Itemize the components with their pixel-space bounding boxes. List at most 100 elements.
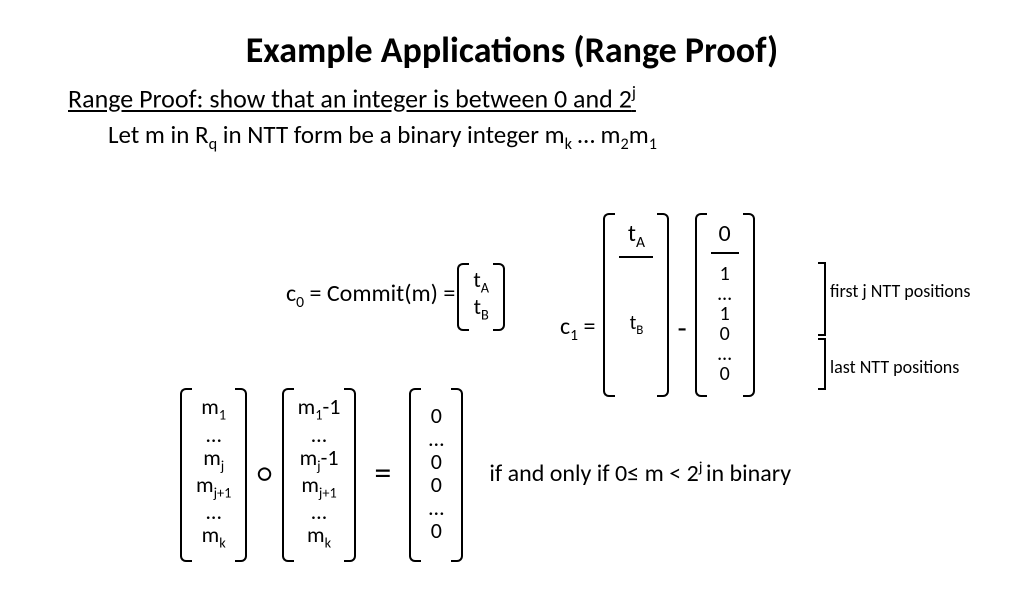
- A: A: [636, 233, 645, 252]
- let-line: Let m in Rq in NTT form be a binary inte…: [108, 119, 1024, 154]
- sub: k: [219, 534, 226, 552]
- bracket-right: [657, 213, 669, 397]
- cell: 0: [431, 473, 442, 496]
- bracket-left: [457, 263, 469, 331]
- commit-row: c0 = Commit(m) = tA tB: [286, 263, 507, 327]
- sub: k: [325, 534, 332, 552]
- c1-left-matrix: tA tB: [603, 213, 669, 393]
- matrix-col: 0 … 0 0 … 0: [421, 388, 451, 558]
- cell: …: [311, 500, 326, 523]
- cell: …: [429, 427, 444, 450]
- let-pre: Let m in R: [108, 119, 209, 150]
- brace-first: [818, 262, 826, 336]
- bracket-left: [603, 213, 615, 397]
- cell: mj+1: [196, 473, 231, 500]
- matrix-col: tA tB: [469, 263, 493, 327]
- slide-title: Example Applications (Range Proof): [0, 28, 1024, 72]
- cell: mj: [203, 446, 224, 473]
- B: B: [636, 323, 643, 338]
- matrix-cell: tA: [473, 268, 489, 295]
- iff-text: if and only if 0≤ m < 2j in binary: [489, 458, 791, 488]
- cell: …: [206, 500, 221, 523]
- bracket-right: [235, 388, 247, 562]
- c0-label: c0 = Commit(m) =: [286, 279, 455, 312]
- cell: 1: [720, 304, 730, 324]
- cell: mj-1: [300, 446, 339, 473]
- cell: …: [311, 423, 326, 446]
- bracket-left: [409, 388, 421, 562]
- cell: m1-1: [298, 395, 341, 422]
- let-two: 2: [621, 135, 629, 154]
- brace-last: [818, 338, 826, 390]
- cell: …: [718, 344, 732, 364]
- c1-eq: =: [578, 312, 595, 341]
- t: t: [628, 219, 636, 248]
- c0-c: c: [286, 279, 296, 308]
- minus-sign: -: [677, 310, 686, 347]
- bracket-right: [344, 388, 356, 562]
- matrix-rest: tB: [630, 258, 644, 393]
- bracket-right: [451, 388, 463, 562]
- bracket-left: [282, 388, 294, 562]
- t: t: [473, 266, 480, 293]
- equals-sign: =: [374, 453, 391, 494]
- cell: 0: [431, 519, 442, 542]
- cell: 1: [720, 264, 730, 284]
- matrix-col: m1 … mj mj+1 … mk: [192, 388, 235, 558]
- let-q: q: [209, 135, 218, 154]
- matrix-cell: tB: [630, 313, 644, 338]
- m-minus-1-matrix: m1-1 … mj-1 mj+1 … mk: [282, 388, 357, 558]
- cell: m1: [201, 395, 226, 422]
- c1-c: c: [560, 312, 570, 341]
- c1-right-matrix: 0 1 … 1 0 … 0: [695, 213, 755, 393]
- heading-sup: j: [632, 82, 636, 103]
- let-one: 1: [649, 135, 657, 154]
- let-m: m: [629, 119, 649, 150]
- let-dots: … m: [572, 119, 621, 150]
- sfx: -1: [321, 444, 339, 471]
- matrix-cell: tB: [474, 295, 489, 322]
- matrix-col: tA tB: [615, 213, 657, 393]
- cell: …: [718, 284, 732, 304]
- commit-matrix: tA tB: [457, 263, 505, 327]
- m: m: [201, 393, 219, 420]
- c1-row: c1 = tA tB - 0 1 … 1 0 … 0: [560, 213, 755, 393]
- last-positions-label: last NTT positions: [830, 356, 959, 378]
- let-k: k: [565, 135, 572, 154]
- first-positions-label: first j NTT positions: [830, 280, 970, 302]
- c1-sub: 1: [570, 325, 578, 344]
- t: t: [474, 293, 481, 320]
- matrix-rest: 1 … 1 0 … 0: [718, 254, 732, 393]
- cell: …: [429, 496, 444, 519]
- let-mid: in NTT form be a binary integer m: [217, 119, 564, 150]
- m-matrix: m1 … mj mj+1 … mk: [180, 388, 247, 558]
- heading-text: Range Proof: show that an integer is bet…: [68, 83, 632, 115]
- matrix-top-cell: 0: [711, 213, 739, 254]
- m: m: [300, 444, 318, 471]
- bracket-right: [743, 213, 755, 397]
- m: m: [202, 521, 220, 548]
- m: m: [196, 471, 214, 498]
- bracket-left: [695, 213, 707, 397]
- matrix-col: m1-1 … mj-1 mj+1 … mk: [294, 388, 345, 558]
- A: A: [481, 278, 489, 296]
- m: m: [203, 444, 221, 471]
- cell: 0: [431, 404, 442, 427]
- bracket-right: [493, 263, 505, 331]
- cell: mj+1: [301, 473, 336, 500]
- sfx: -1: [323, 393, 341, 420]
- iff-post: in binary: [706, 459, 791, 488]
- cell: 0: [720, 364, 730, 384]
- iff-pre: if and only if 0≤ m < 2: [489, 459, 698, 488]
- iff-sup: j: [699, 458, 706, 477]
- m: m: [307, 521, 325, 548]
- m: m: [301, 471, 319, 498]
- cell: mk: [307, 523, 331, 550]
- section-heading: Range Proof: show that an integer is bet…: [68, 82, 1024, 115]
- zero-matrix: 0 … 0 0 … 0: [409, 388, 463, 558]
- B: B: [481, 305, 489, 323]
- c0-eq: = Commit(m) =: [304, 279, 455, 308]
- cell: 0: [720, 324, 730, 344]
- sub: j: [221, 456, 224, 474]
- cell: mk: [202, 523, 226, 550]
